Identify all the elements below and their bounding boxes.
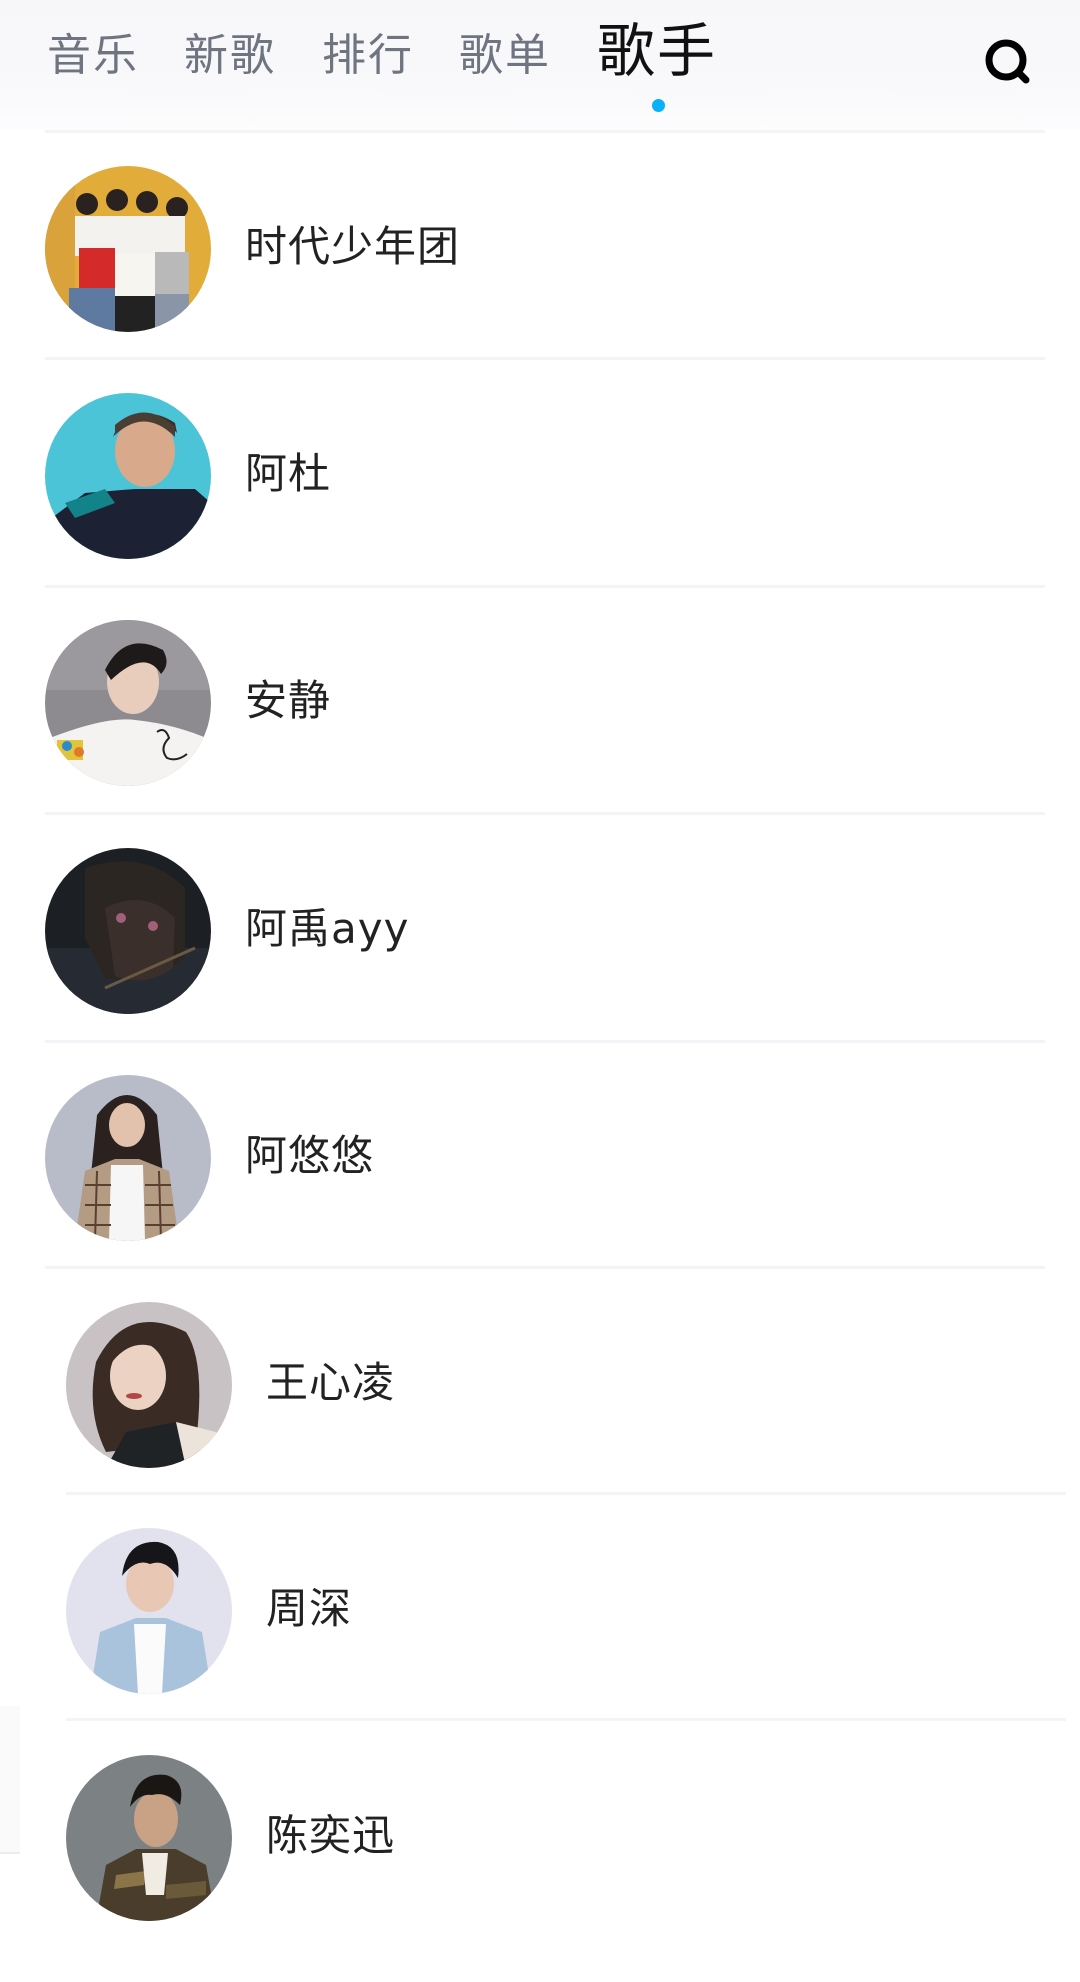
tab-new-songs[interactable]: 新歌 xyxy=(184,28,276,84)
singer-name: 阿杜 xyxy=(245,449,332,498)
singer-name: 阿禹ayy xyxy=(245,904,410,953)
singer-row[interactable]: 安静 xyxy=(45,620,1045,847)
group-photo-icon xyxy=(45,166,211,332)
tab-charts[interactable]: 排行 xyxy=(322,28,414,84)
tab-playlists[interactable]: 歌单 xyxy=(459,28,551,84)
singer-name: 陈奕迅 xyxy=(266,1811,396,1860)
woman-portrait-icon xyxy=(66,1302,232,1468)
top-nav-bar: 音乐 新歌 排行 歌单 歌手 xyxy=(0,0,1080,130)
tab-singers[interactable]: 歌手 xyxy=(597,16,717,86)
singer-row[interactable]: 阿禹ayy xyxy=(45,848,1045,1075)
woman-portrait-icon xyxy=(45,1075,211,1241)
singer-name: 周深 xyxy=(266,1584,353,1633)
anime-portrait-icon xyxy=(45,848,211,1014)
singer-name: 安静 xyxy=(245,676,332,725)
singer-avatar xyxy=(45,166,211,332)
singer-row[interactable]: 王心凌 xyxy=(66,1302,1066,1529)
man-portrait-icon xyxy=(66,1528,232,1694)
singer-row[interactable]: 周深 xyxy=(66,1528,1066,1755)
list-divider xyxy=(45,130,1045,133)
singer-avatar xyxy=(66,1528,232,1694)
singer-avatar xyxy=(45,620,211,786)
singer-name: 阿悠悠 xyxy=(245,1131,375,1180)
singer-avatar xyxy=(66,1302,232,1468)
search-button[interactable] xyxy=(982,36,1034,88)
active-tab-indicator xyxy=(652,99,665,112)
man-portrait-icon xyxy=(45,393,211,559)
singer-row[interactable]: 时代少年团 xyxy=(45,166,1045,393)
side-overlay-panel xyxy=(0,1706,20,1854)
singer-name: 王心凌 xyxy=(266,1358,396,1407)
singer-row[interactable]: 阿杜 xyxy=(45,393,1045,620)
search-icon xyxy=(985,39,1030,84)
singer-row[interactable]: 陈奕迅 xyxy=(66,1755,1066,1982)
singer-avatar xyxy=(45,393,211,559)
singer-avatar xyxy=(45,848,211,1014)
singer-avatar xyxy=(45,1075,211,1241)
singer-row[interactable]: 阿悠悠 xyxy=(45,1075,1045,1302)
singer-name: 时代少年团 xyxy=(245,222,461,271)
woman-portrait-icon xyxy=(45,620,211,786)
man-portrait-icon xyxy=(66,1755,232,1921)
tab-music[interactable]: 音乐 xyxy=(47,28,139,84)
singer-avatar xyxy=(66,1755,232,1921)
